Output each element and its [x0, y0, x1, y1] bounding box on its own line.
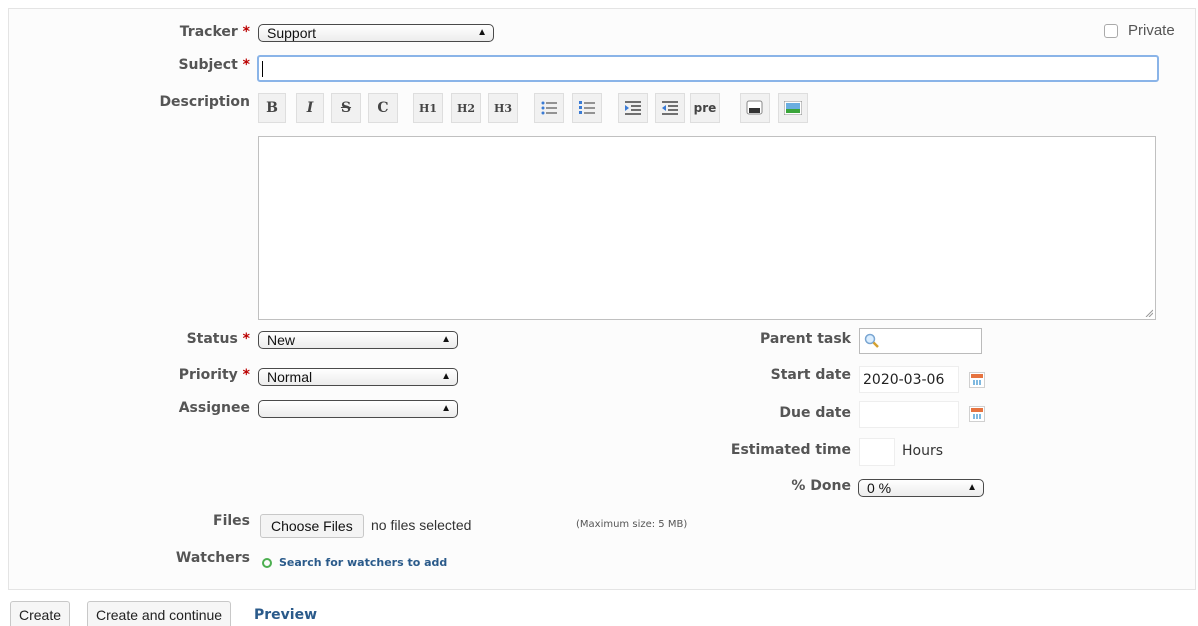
files-label: Files: [213, 513, 250, 529]
create-and-continue-button[interactable]: Create and continue: [87, 601, 232, 626]
description-label: Description: [159, 94, 250, 110]
ordered-list-icon: [579, 101, 595, 114]
select-arrows-icon: ▲: [441, 403, 451, 414]
max-size-text: (Maximum size: 5 MB): [576, 519, 688, 530]
assignee-label: Assignee: [178, 400, 250, 416]
priority-label: Priority *: [178, 367, 250, 383]
start-date-input[interactable]: 2020-03-06: [859, 366, 959, 393]
due-date-input[interactable]: [859, 401, 959, 428]
private-label: Private: [1128, 22, 1175, 39]
heading2-button[interactable]: H2: [451, 93, 481, 123]
indent-icon: [625, 101, 641, 115]
assignee-select[interactable]: ▲: [258, 400, 458, 418]
start-date-label: Start date: [770, 367, 851, 383]
priority-select[interactable]: Normal ▲: [258, 368, 458, 386]
select-arrows-icon: ▲: [477, 27, 487, 38]
italic-button[interactable]: I: [296, 93, 324, 123]
watchers-label: Watchers: [175, 550, 250, 566]
create-button[interactable]: Create: [10, 601, 71, 626]
link-button[interactable]: [740, 93, 770, 123]
heading1-button[interactable]: H1: [413, 93, 443, 123]
status-label: Status *: [186, 331, 250, 347]
tracker-label: Tracker *: [179, 24, 250, 40]
subject-input[interactable]: [257, 55, 1159, 82]
select-arrows-icon: ▲: [441, 334, 451, 345]
strikethrough-button[interactable]: S: [331, 93, 361, 123]
outdent-button[interactable]: [655, 93, 685, 123]
calendar-icon[interactable]: [969, 406, 985, 422]
outdent-icon: [662, 101, 678, 115]
resize-handle-icon[interactable]: [1145, 309, 1153, 317]
ordered-list-button[interactable]: [572, 93, 602, 123]
description-textarea[interactable]: [258, 136, 1156, 320]
image-button[interactable]: [778, 93, 808, 123]
subject-label: Subject *: [178, 57, 250, 73]
hours-unit-label: Hours: [902, 443, 944, 459]
estimated-time-input[interactable]: [859, 438, 895, 466]
link-icon: [746, 100, 763, 115]
code-button[interactable]: C: [368, 93, 398, 123]
parent-task-input[interactable]: [859, 328, 982, 354]
unordered-list-button[interactable]: [534, 93, 564, 123]
calendar-icon[interactable]: [969, 372, 985, 388]
image-icon: [784, 101, 802, 115]
estimated-time-label: Estimated time: [730, 442, 851, 458]
select-arrows-icon: ▲: [967, 482, 977, 493]
add-icon: [262, 558, 272, 568]
done-ratio-label: % Done: [791, 478, 851, 494]
unordered-list-icon: [541, 101, 557, 115]
bold-button[interactable]: B: [258, 93, 286, 123]
preformatted-button[interactable]: pre: [690, 93, 720, 123]
due-date-label: Due date: [779, 405, 851, 421]
search-icon: [864, 333, 879, 348]
select-arrows-icon: ▲: [441, 371, 451, 382]
status-select[interactable]: New ▲: [258, 331, 458, 349]
search-watchers-link[interactable]: Search for watchers to add: [279, 556, 447, 569]
files-status-text: no files selected: [371, 517, 472, 533]
choose-files-button[interactable]: Choose Files: [260, 514, 364, 538]
parent-task-label: Parent task: [759, 331, 851, 347]
tracker-select[interactable]: Support ▲: [258, 24, 494, 42]
text-caret: [262, 61, 263, 77]
heading3-button[interactable]: H3: [488, 93, 518, 123]
private-checkbox[interactable]: [1104, 24, 1118, 38]
preview-link[interactable]: Preview: [254, 607, 317, 623]
indent-button[interactable]: [618, 93, 648, 123]
done-ratio-select[interactable]: 0 % ▲: [858, 479, 984, 497]
